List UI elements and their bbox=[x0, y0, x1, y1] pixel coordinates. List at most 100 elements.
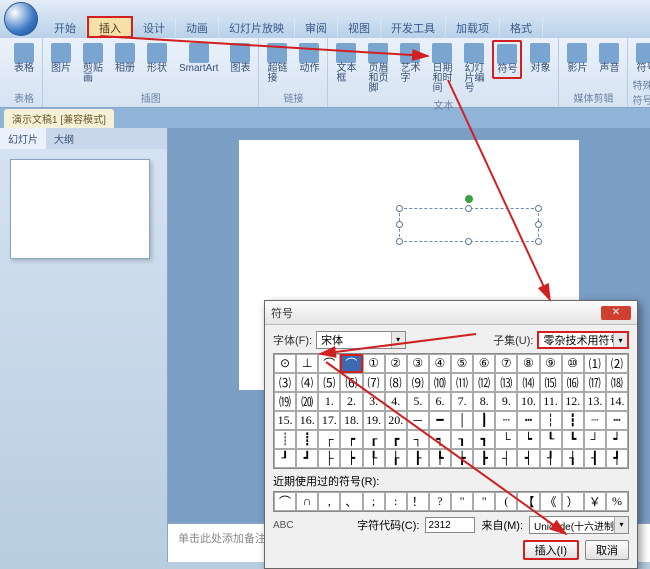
symbol-cell[interactable]: ⑵ bbox=[606, 354, 628, 373]
ribbon-tab-1[interactable]: 插入 bbox=[87, 16, 133, 38]
ribbon-btn-超链接[interactable]: 超链接 bbox=[263, 40, 291, 87]
recent-symbol-cell[interactable]: " bbox=[451, 492, 473, 511]
symbol-cell[interactable]: 7. bbox=[451, 392, 473, 411]
symbol-cell[interactable]: ⑶ bbox=[274, 373, 296, 392]
symbol-cell[interactable]: ┉ bbox=[606, 411, 628, 430]
from-combo[interactable]: Unicode(十六进制) ▾ bbox=[529, 516, 629, 534]
resize-handle[interactable] bbox=[535, 205, 542, 212]
symbol-cell[interactable]: │ bbox=[451, 411, 473, 430]
resize-handle[interactable] bbox=[396, 205, 403, 212]
symbol-cell[interactable]: ┟ bbox=[385, 449, 407, 468]
symbol-cell[interactable]: ┤ bbox=[495, 449, 517, 468]
symbol-cell[interactable]: ┧ bbox=[562, 449, 584, 468]
ribbon-tab-4[interactable]: 幻灯片放映 bbox=[219, 18, 295, 38]
symbol-cell[interactable]: ┌ bbox=[318, 430, 340, 449]
ribbon-btn-图片[interactable]: 图片 bbox=[47, 40, 75, 77]
symbol-cell[interactable]: 17. bbox=[318, 411, 340, 430]
symbol-cell[interactable]: ┗ bbox=[562, 430, 584, 449]
symbol-cell[interactable]: 15. bbox=[274, 411, 296, 430]
symbol-cell[interactable]: ⑽ bbox=[429, 373, 451, 392]
symbol-cell[interactable]: ⑴ bbox=[584, 354, 606, 373]
recent-symbol-cell[interactable]: " bbox=[473, 492, 495, 511]
symbol-cell[interactable]: ┎ bbox=[363, 430, 385, 449]
ribbon-btn-表格[interactable]: 表格 bbox=[10, 40, 38, 77]
symbol-cell[interactable]: ⒂ bbox=[540, 373, 562, 392]
symbol-cell[interactable]: 9. bbox=[495, 392, 517, 411]
symbol-cell[interactable]: ━ bbox=[429, 411, 451, 430]
symbol-cell[interactable]: ⒄ bbox=[584, 373, 606, 392]
symbol-cell[interactable]: 16. bbox=[296, 411, 318, 430]
symbol-cell[interactable]: ⑨ bbox=[540, 354, 562, 373]
close-icon[interactable]: ✕ bbox=[601, 306, 631, 320]
recent-symbol-cell[interactable]: % bbox=[606, 492, 628, 511]
tab-slides[interactable]: 幻灯片 bbox=[0, 128, 46, 149]
symbol-cell[interactable]: ┝ bbox=[340, 449, 362, 468]
symbol-cell[interactable]: ⑧ bbox=[517, 354, 539, 373]
ribbon-tab-9[interactable]: 格式 bbox=[500, 18, 543, 38]
symbol-cell[interactable]: 4. bbox=[385, 392, 407, 411]
ribbon-btn-符号[interactable]: 符号 bbox=[632, 40, 650, 77]
symbol-cell[interactable]: ⒇ bbox=[296, 392, 318, 411]
symbol-cell[interactable]: ┣ bbox=[473, 449, 495, 468]
ribbon-btn-符号[interactable]: 符号 bbox=[492, 40, 522, 79]
ribbon-btn-动作[interactable]: 动作 bbox=[295, 40, 323, 77]
symbol-cell[interactable]: 11. bbox=[540, 392, 562, 411]
ribbon-btn-SmartArt[interactable]: SmartArt bbox=[175, 40, 222, 77]
ribbon-tab-5[interactable]: 审阅 bbox=[295, 18, 338, 38]
symbol-cell[interactable]: ④ bbox=[429, 354, 451, 373]
symbol-cell[interactable]: ⑦ bbox=[495, 354, 517, 373]
insert-button[interactable]: 插入(I) bbox=[523, 540, 579, 560]
recent-symbol-cell[interactable]: , bbox=[318, 492, 340, 511]
symbol-cell[interactable]: ⑺ bbox=[363, 373, 385, 392]
symbol-cell[interactable]: 5. bbox=[407, 392, 429, 411]
recent-symbol-cell[interactable]: 【 bbox=[517, 492, 539, 511]
ribbon-btn-页眉和页脚[interactable]: 页眉和页脚 bbox=[364, 40, 392, 97]
symbol-cell[interactable]: ┙ bbox=[606, 430, 628, 449]
symbol-cell[interactable]: ⒅ bbox=[606, 373, 628, 392]
symbol-cell[interactable]: ⑸ bbox=[318, 373, 340, 392]
rotate-handle[interactable] bbox=[465, 195, 473, 203]
symbol-cell[interactable]: ┚ bbox=[274, 449, 296, 468]
symbol-cell[interactable]: ③ bbox=[407, 354, 429, 373]
symbol-cell[interactable]: ② bbox=[385, 354, 407, 373]
symbol-cell[interactable]: ⊥ bbox=[296, 354, 318, 373]
symbol-cell[interactable]: ┞ bbox=[363, 449, 385, 468]
symbol-cell[interactable]: 3. bbox=[363, 392, 385, 411]
symbol-cell[interactable]: ┠ bbox=[407, 449, 429, 468]
ribbon-btn-文本框[interactable]: 文本框 bbox=[332, 40, 360, 87]
ribbon-btn-形状[interactable]: 形状 bbox=[143, 40, 171, 77]
ribbon-btn-艺术字[interactable]: 艺术字 bbox=[396, 40, 424, 87]
resize-handle[interactable] bbox=[465, 238, 472, 245]
symbol-cell[interactable]: ┄ bbox=[495, 411, 517, 430]
recent-symbol-cell[interactable]: ∩ bbox=[296, 492, 318, 511]
resize-handle[interactable] bbox=[535, 238, 542, 245]
symbol-cell[interactable]: ⌒ bbox=[340, 354, 362, 373]
symbol-cell[interactable]: ⒃ bbox=[562, 373, 584, 392]
resize-handle[interactable] bbox=[465, 205, 472, 212]
cancel-button[interactable]: 取消 bbox=[585, 540, 629, 560]
recent-symbol-cell[interactable]: ⌒ bbox=[274, 492, 296, 511]
subset-combo[interactable]: 零杂技术用符号 ▾ bbox=[537, 331, 629, 349]
symbol-cell[interactable]: ┛ bbox=[296, 449, 318, 468]
ribbon-tab-6[interactable]: 视图 bbox=[338, 18, 381, 38]
symbol-cell[interactable]: ┖ bbox=[540, 430, 562, 449]
recent-symbol-cell[interactable]: ( bbox=[495, 492, 517, 511]
symbol-cell[interactable]: 19. bbox=[363, 411, 385, 430]
symbol-cell[interactable]: ⑩ bbox=[562, 354, 584, 373]
symbol-cell[interactable]: ┏ bbox=[385, 430, 407, 449]
symbol-cell[interactable]: 8. bbox=[473, 392, 495, 411]
symbol-cell[interactable]: ├ bbox=[318, 449, 340, 468]
symbol-cell[interactable]: ⊙ bbox=[274, 354, 296, 373]
symbol-cell[interactable]: ┃ bbox=[473, 411, 495, 430]
symbol-cell[interactable]: ┇ bbox=[562, 411, 584, 430]
symbol-cell[interactable]: └ bbox=[495, 430, 517, 449]
charcode-input[interactable] bbox=[425, 517, 475, 533]
ribbon-tab-2[interactable]: 设计 bbox=[133, 18, 176, 38]
symbol-cell[interactable]: ⌒ bbox=[318, 354, 340, 373]
symbol-cell[interactable]: ┋ bbox=[296, 430, 318, 449]
symbol-cell[interactable]: 20. bbox=[385, 411, 407, 430]
symbol-cell[interactable]: ⒀ bbox=[495, 373, 517, 392]
ribbon-tab-3[interactable]: 动画 bbox=[176, 18, 219, 38]
symbol-cell[interactable]: ┑ bbox=[429, 430, 451, 449]
symbol-cell[interactable]: ⑻ bbox=[385, 373, 407, 392]
